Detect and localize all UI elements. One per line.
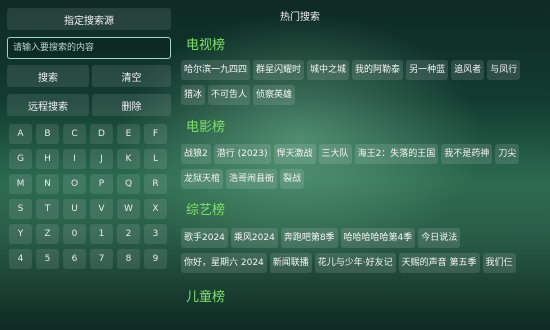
key-1[interactable]: 1 xyxy=(90,224,113,244)
key-k[interactable]: K xyxy=(117,149,140,169)
search-tag[interactable]: 刀尖 xyxy=(495,144,520,164)
section-title-tv: 电视榜 xyxy=(186,38,226,53)
section-title-variety: 综艺榜 xyxy=(186,203,226,218)
search-tag[interactable]: 龙狱天棺 xyxy=(181,169,224,189)
section-title-movie: 电影榜 xyxy=(186,120,226,135)
key-d[interactable]: D xyxy=(90,124,113,144)
key-7[interactable]: 7 xyxy=(90,249,113,269)
search-button[interactable]: 搜索 xyxy=(7,65,89,87)
tag-list-movie: 战狼2 潜行 (2023) 悍天激战 三大队 海王2：失落的王国 我不是药神 刀尖龙狱天棺浩… xyxy=(181,144,541,194)
key-j[interactable]: J xyxy=(90,149,113,169)
search-tag[interactable]: 潜行 (2023) xyxy=(213,144,271,164)
key-5[interactable]: 5 xyxy=(36,249,59,269)
key-0[interactable]: 0 xyxy=(63,224,86,244)
search-tag[interactable]: 浩哥闹县衙 xyxy=(226,169,278,189)
key-u[interactable]: U xyxy=(63,199,86,219)
key-l[interactable]: L xyxy=(144,149,167,169)
remote-search-button[interactable]: 远程搜索 xyxy=(7,94,89,116)
key-r[interactable]: R xyxy=(144,174,167,194)
clear-button[interactable]: 清空 xyxy=(92,65,171,87)
key-4[interactable]: 4 xyxy=(9,249,32,269)
key-9[interactable]: 9 xyxy=(144,249,167,269)
search-tag[interactable]: 与凤行 xyxy=(487,60,521,80)
search-tag[interactable]: 追风者 xyxy=(451,60,485,80)
key-i[interactable]: I xyxy=(63,149,86,169)
search-panel: 指定搜索源 搜索 清空 远程搜索 删除 ABCDEF GHIJKL MNOPQR ST… xyxy=(0,0,178,330)
search-tag[interactable]: 哈尔滨一九四四 xyxy=(181,60,251,80)
search-tag[interactable]: 群星闪耀时 xyxy=(253,60,305,80)
search-tag[interactable]: 城中之城 xyxy=(307,60,350,80)
search-tag[interactable]: 战狼2 xyxy=(181,144,211,164)
key-w[interactable]: W xyxy=(117,199,140,219)
key-3[interactable]: 3 xyxy=(144,224,167,244)
key-v[interactable]: V xyxy=(90,199,113,219)
search-tag[interactable]: 侦察英雄 xyxy=(253,85,296,105)
key-b[interactable]: B xyxy=(36,124,59,144)
search-tag[interactable]: 悍天激战 xyxy=(273,144,316,164)
tag-list-tv: 哈尔滨一九四四 群星闪耀时 城中之城 我的阿勒泰 另一种蓝 追风者 与凤行猎冰 不可告人 侦察英… xyxy=(181,60,541,110)
search-tag[interactable]: 歌手2024 xyxy=(181,228,228,248)
search-tag[interactable]: 另一种蓝 xyxy=(406,60,449,80)
page-title: 热门搜索 xyxy=(280,12,320,23)
key-z[interactable]: Z xyxy=(36,224,59,244)
search-tag[interactable]: 乘风2024 xyxy=(230,228,278,248)
key-x[interactable]: X xyxy=(144,199,167,219)
key-e[interactable]: E xyxy=(117,124,140,144)
key-8[interactable]: 8 xyxy=(117,249,140,269)
key-n[interactable]: N xyxy=(36,174,59,194)
tag-list-variety: 歌手2024 乘风2024 奔跑吧第8季 哈哈哈哈哈第4季 今日说法你好，星期六 202… xyxy=(181,228,541,278)
key-f[interactable]: F xyxy=(144,124,167,144)
search-tag[interactable]: 我不是药神 xyxy=(441,144,493,164)
key-g[interactable]: G xyxy=(9,149,32,169)
section-title-kids: 儿童榜 xyxy=(186,290,226,305)
search-tag[interactable]: 天赐的声音 第五季 xyxy=(398,253,480,273)
key-m[interactable]: M xyxy=(9,174,32,194)
key-t[interactable]: T xyxy=(36,199,59,219)
search-tag[interactable]: 裂战 xyxy=(280,169,305,189)
search-tag[interactable]: 我们仨 xyxy=(482,253,516,273)
key-p[interactable]: P xyxy=(90,174,113,194)
search-source-button[interactable]: 指定搜索源 xyxy=(7,8,171,30)
key-y[interactable]: Y xyxy=(9,224,32,244)
delete-button[interactable]: 删除 xyxy=(92,94,171,116)
search-tag[interactable]: 猎冰 xyxy=(181,85,206,105)
search-tag[interactable]: 今日说法 xyxy=(418,228,461,248)
search-tag[interactable]: 哈哈哈哈哈第4季 xyxy=(340,228,416,248)
key-s[interactable]: S xyxy=(9,199,32,219)
search-tag[interactable]: 我的阿勒泰 xyxy=(352,60,404,80)
search-tag[interactable]: 不可告人 xyxy=(208,85,251,105)
key-o[interactable]: O xyxy=(63,174,86,194)
key-c[interactable]: C xyxy=(63,124,86,144)
key-6[interactable]: 6 xyxy=(63,249,86,269)
search-tag[interactable]: 花儿与少年·好友记 xyxy=(314,253,396,273)
search-tag[interactable]: 奔跑吧第8季 xyxy=(280,228,338,248)
search-tag[interactable]: 三大队 xyxy=(318,144,352,164)
key-h[interactable]: H xyxy=(36,149,59,169)
key-a[interactable]: A xyxy=(9,124,32,144)
key-q[interactable]: Q xyxy=(117,174,140,194)
search-input[interactable] xyxy=(7,37,171,59)
search-tag[interactable]: 海王2：失落的王国 xyxy=(354,144,439,164)
search-tag[interactable]: 你好，星期六 2024 xyxy=(181,253,267,273)
search-tag[interactable]: 新闻联播 xyxy=(269,253,312,273)
key-2[interactable]: 2 xyxy=(117,224,140,244)
